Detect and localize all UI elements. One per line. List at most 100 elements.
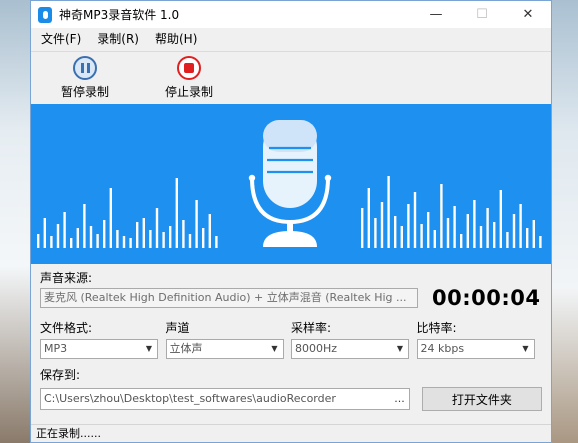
waveform-bar <box>380 202 384 248</box>
waveform-bar <box>499 190 502 248</box>
waveform-bar <box>374 218 377 248</box>
waveform-bar <box>427 212 430 248</box>
waveform-bar <box>142 218 145 248</box>
pause-record-button[interactable]: 暂停录制 <box>35 52 135 103</box>
waveform-bar <box>453 206 456 248</box>
bitrate-value: 24 kbps <box>420 342 465 355</box>
open-folder-button[interactable]: 打开文件夹 <box>421 387 542 411</box>
channel-select[interactable]: 立体声 ▼ <box>165 339 284 359</box>
waveform-bar <box>208 214 211 248</box>
waveform-bar <box>519 204 522 248</box>
waveform-bar <box>202 228 205 248</box>
window-controls: — ☐ ✕ <box>413 1 551 28</box>
waveform-bar <box>76 228 79 248</box>
waveform-bar <box>162 232 165 248</box>
waveform-bar <box>195 200 198 248</box>
waveform-bar <box>486 208 489 248</box>
waveform-bar <box>37 234 40 248</box>
menu-file[interactable]: 文件(F) <box>33 28 89 51</box>
sample-rate-label: 采样率: <box>291 321 332 335</box>
waveform-bar <box>440 184 443 248</box>
waveform-visualizer <box>37 120 542 248</box>
status-bar: 正在录制...... <box>31 424 551 442</box>
settings-panel: 声音来源: 麦克风 (Realtek High Definition Audio… <box>31 264 551 411</box>
save-path-field[interactable]: C:\Users\zhou\Desktop\test_softwares\aud… <box>40 388 410 410</box>
waveform-bar <box>50 236 53 248</box>
waveform-bar <box>367 188 370 248</box>
stop-icon <box>177 55 201 80</box>
microphone-icon <box>248 120 332 247</box>
waveform-bar <box>532 220 535 248</box>
menu-record[interactable]: 录制(R) <box>89 28 147 51</box>
app-window: 神奇MP3录音软件 1.0 — ☐ ✕ 文件(F) 录制(R) 帮助(H) 暂停… <box>30 0 552 443</box>
waveform-bar <box>169 226 172 248</box>
waveform-bar <box>420 224 423 248</box>
waveform-bar <box>512 214 516 248</box>
waveform-bar <box>387 176 390 248</box>
desktop-background-right <box>552 0 578 443</box>
bitrate-label: 比特率: <box>416 321 457 335</box>
waveform-bar <box>446 218 450 248</box>
menu-help[interactable]: 帮助(H) <box>147 28 205 51</box>
close-button[interactable]: ✕ <box>505 1 551 28</box>
chevron-down-icon: ▼ <box>145 344 152 353</box>
format-label: 文件格式: <box>40 321 93 335</box>
chevron-down-icon: ▼ <box>396 344 403 353</box>
desktop-background-left <box>0 0 30 443</box>
waveform-bar <box>149 230 152 248</box>
waveform-bar <box>400 226 403 248</box>
channel-label: 声道 <box>165 321 190 335</box>
source-field[interactable]: 麦克风 (Realtek High Definition Audio) + 立体… <box>40 288 418 308</box>
waveform-bar <box>109 188 112 248</box>
channel-value: 立体声 <box>169 342 203 355</box>
waveform-bar <box>89 226 93 248</box>
waveform-bar <box>433 230 436 248</box>
title-bar[interactable]: 神奇MP3录音软件 1.0 — ☐ ✕ <box>31 1 551 28</box>
waveform-bar <box>539 236 542 248</box>
recording-banner <box>31 104 551 264</box>
waveform-bar <box>182 220 185 248</box>
waveform-bar <box>116 230 119 248</box>
waveform-bar <box>70 238 73 248</box>
pause-icon <box>73 55 97 80</box>
waveform-bar <box>188 234 192 248</box>
browse-button[interactable]: ... <box>394 389 405 409</box>
waveform-bar <box>56 224 60 248</box>
chevron-down-icon: ▼ <box>271 344 278 353</box>
waveform-bar <box>175 178 178 248</box>
minimize-button[interactable]: — <box>413 1 459 28</box>
maximize-button[interactable]: ☐ <box>459 1 505 28</box>
pause-record-label: 暂停录制 <box>60 84 109 99</box>
waveform-bar <box>122 236 126 248</box>
waveform-bar <box>136 222 139 248</box>
stop-record-button[interactable]: 停止录制 <box>139 52 239 103</box>
waveform-bar <box>460 234 463 248</box>
bitrate-select[interactable]: 24 kbps ▼ <box>416 339 535 359</box>
waveform-bar <box>479 226 483 248</box>
waveform-bar <box>129 238 132 248</box>
waveform-bar <box>215 236 218 248</box>
waveform-bar <box>526 228 529 248</box>
waveform-bar <box>466 214 469 248</box>
waveform-bar <box>63 212 66 248</box>
waveform-bar <box>83 204 86 248</box>
toolbar: 暂停录制 停止录制 <box>31 51 551 103</box>
waveform-bar <box>96 234 99 248</box>
waveform-bar <box>103 220 106 248</box>
waveform-bar <box>43 218 46 248</box>
sample-rate-select[interactable]: 8000Hz ▼ <box>291 339 409 359</box>
waveform-bar <box>407 204 410 248</box>
sample-rate-value: 8000Hz <box>295 342 338 355</box>
menu-bar: 文件(F) 录制(R) 帮助(H) <box>31 28 551 51</box>
window-title: 神奇MP3录音软件 1.0 <box>59 8 180 22</box>
waveform-bar <box>361 208 364 248</box>
format-value: MP3 <box>44 342 68 355</box>
waveform-bar <box>493 222 496 248</box>
stop-record-label: 停止录制 <box>164 84 213 99</box>
source-label: 声音来源: <box>40 271 93 285</box>
format-select[interactable]: MP3 ▼ <box>40 339 158 359</box>
waveform-bar <box>413 192 417 248</box>
waveform-bar <box>394 216 397 248</box>
waveform-bar <box>506 232 509 248</box>
app-logo-icon <box>38 6 52 23</box>
